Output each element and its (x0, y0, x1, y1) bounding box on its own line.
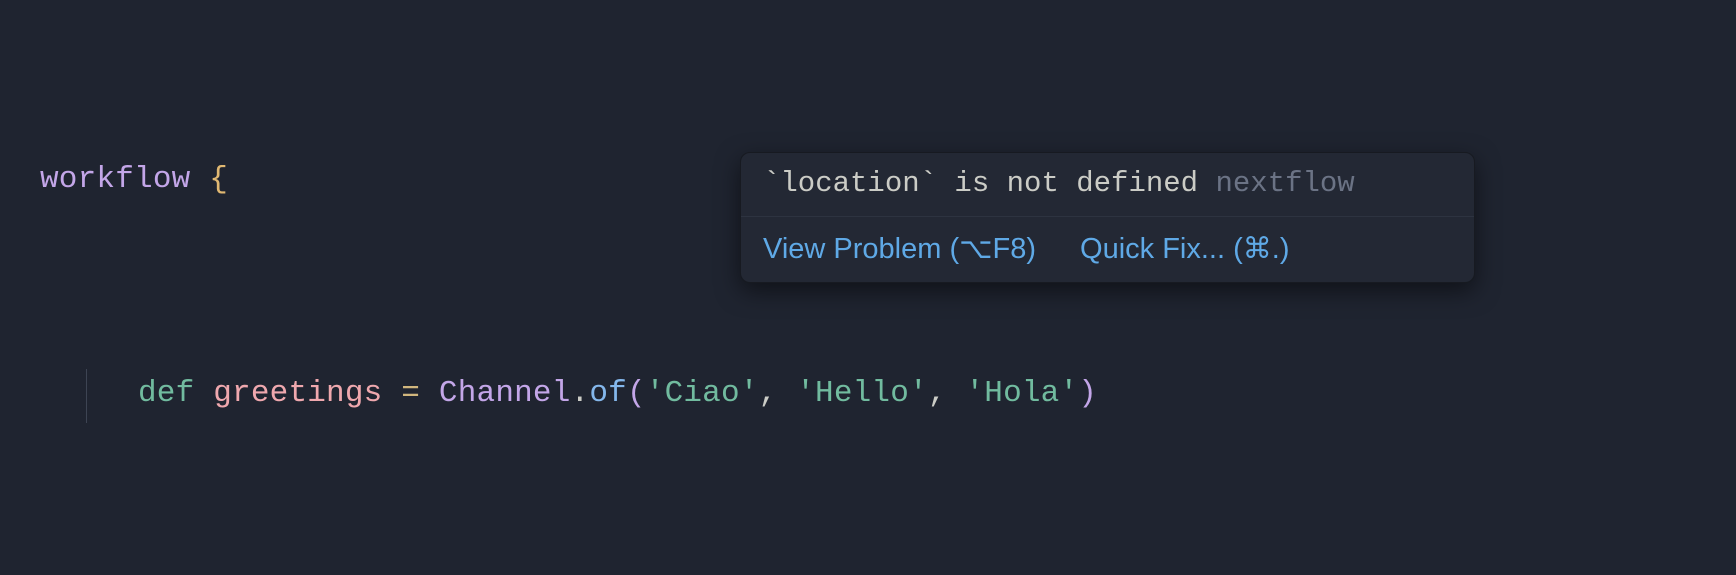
code-line[interactable]: def greetings = Channel.of('Ciao', 'Hell… (40, 367, 1736, 421)
keyword-workflow: workflow (40, 162, 190, 197)
diagnostic-text: `location` is not defined (763, 167, 1215, 200)
string-literal: 'Hola' (965, 376, 1078, 411)
method-of: of (589, 376, 627, 411)
diagnostic-source: nextflow (1215, 167, 1354, 200)
keyword-def: def (138, 376, 194, 411)
string-literal: 'Ciao' (646, 376, 759, 411)
diagnostic-hover: `location` is not defined nextflow View … (740, 152, 1475, 283)
string-literal: 'Hello' (796, 376, 928, 411)
var-greetings: greetings (213, 376, 382, 411)
type-channel: Channel (439, 376, 571, 411)
op-equals: = (401, 376, 420, 411)
view-problem-link[interactable]: View Problem (⌥F8) (763, 231, 1036, 266)
indent-guide (86, 369, 87, 423)
diagnostic-message: `location` is not defined nextflow (741, 153, 1474, 216)
code-editor[interactable]: workflow { def greetings = Channel.of('C… (0, 0, 1736, 575)
view-problem-shortcut: (⌥F8) (949, 233, 1036, 265)
brace-open: { (209, 162, 228, 197)
quick-fix-link[interactable]: Quick Fix... (⌘.) (1080, 231, 1289, 266)
quick-fix-shortcut: (⌘.) (1233, 233, 1289, 265)
diagnostic-actions: View Problem (⌥F8) Quick Fix... (⌘.) (741, 216, 1474, 282)
